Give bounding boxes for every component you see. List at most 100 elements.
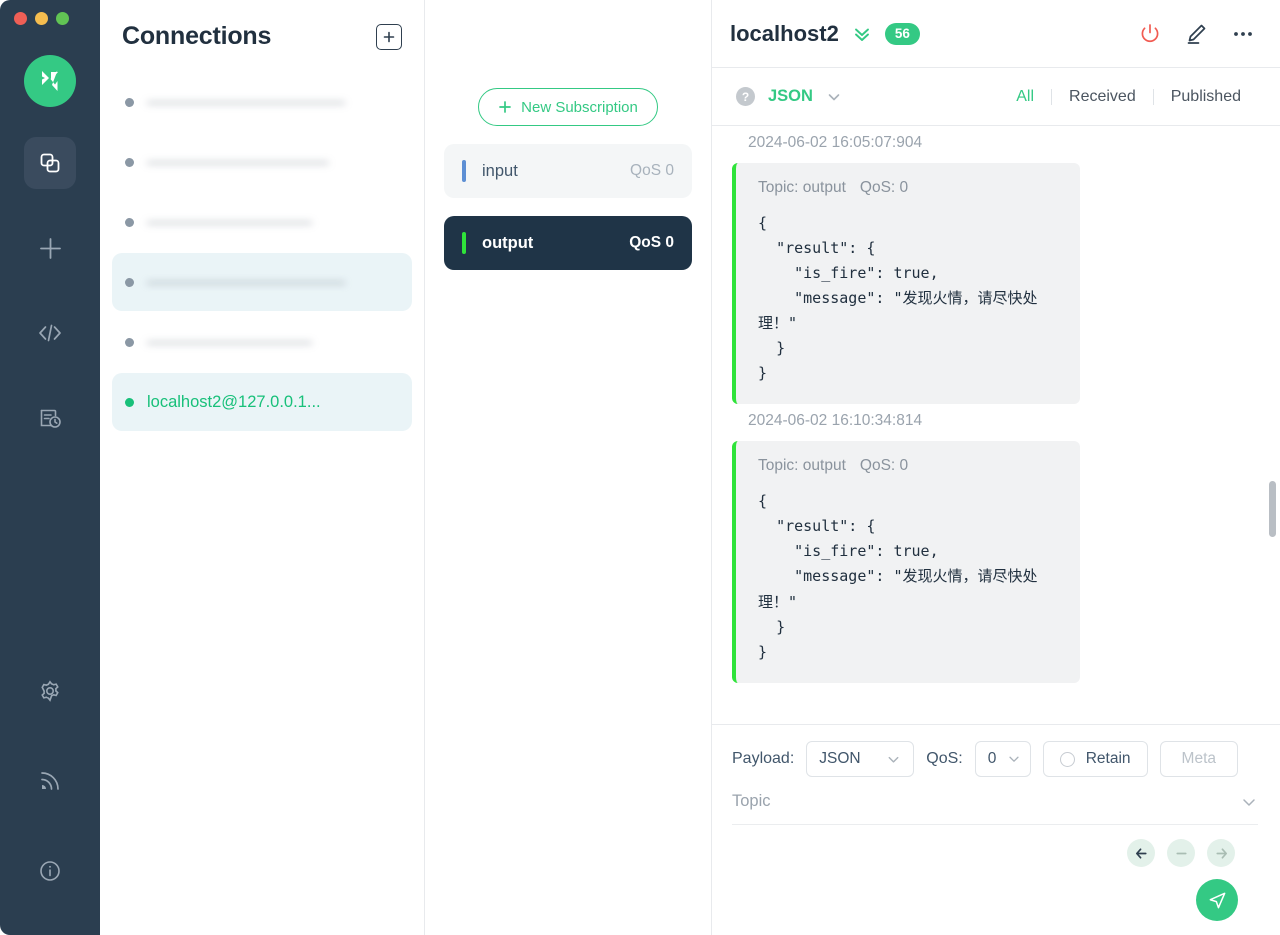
- clear-message-button[interactable]: [1167, 839, 1195, 867]
- list-item[interactable]: ——————————: [112, 193, 412, 251]
- prev-message-button[interactable]: [1127, 839, 1155, 867]
- message-bubble[interactable]: Topic: output QoS: 0 { "result": { "is_fi…: [732, 163, 1080, 404]
- chevron-double-down-icon[interactable]: [852, 24, 872, 44]
- mqttx-window: Connections ———————————— ——————————— ———…: [0, 0, 1280, 935]
- new-subscription-label: New Subscription: [521, 99, 638, 116]
- sidebar-item-connections[interactable]: [24, 137, 76, 189]
- list-item[interactable]: ————————————: [112, 73, 412, 131]
- close-window-button[interactable]: [14, 12, 27, 25]
- filter-published[interactable]: Published: [1154, 88, 1258, 106]
- message-qos: QoS: 0: [860, 457, 908, 474]
- add-connection-button[interactable]: [376, 24, 402, 50]
- message-toolbar: ? JSON All Received Published: [712, 68, 1280, 126]
- filter-received[interactable]: Received: [1052, 88, 1153, 106]
- status-dot-online: [125, 398, 134, 407]
- connection-name: localhost2@127.0.0.1...: [147, 393, 321, 412]
- subscription-list: input QoS 0 output QoS 0: [425, 126, 711, 288]
- subscription-topic: output: [482, 234, 533, 253]
- help-icon[interactable]: ?: [736, 87, 755, 106]
- icon-rail: [0, 0, 100, 935]
- message-nav-buttons: [1127, 839, 1235, 867]
- connections-icon: [38, 151, 62, 175]
- minus-icon: [1174, 846, 1189, 861]
- connection-header: localhost2 56: [712, 0, 1280, 68]
- connection-name: ————————————: [147, 273, 345, 292]
- log-history-icon: [38, 406, 62, 430]
- code-icon: [37, 320, 63, 346]
- message-meta: Topic: output QoS: 0: [758, 457, 1060, 475]
- chevron-down-icon[interactable]: [826, 89, 842, 105]
- status-dot: [125, 218, 134, 227]
- message-bubble[interactable]: Topic: outputQoS: 0 { "result": { "is_fi…: [732, 441, 1080, 682]
- subscription-qos: QoS 0: [629, 234, 674, 252]
- sidebar-item-about[interactable]: [24, 845, 76, 897]
- maximize-window-button[interactable]: [56, 12, 69, 25]
- chevron-down-icon: [886, 752, 901, 767]
- payload-format-selected: JSON: [819, 750, 860, 768]
- list-item[interactable]: ————————————: [112, 253, 412, 311]
- meta-button[interactable]: Meta: [1160, 741, 1238, 777]
- list-item-localhost2[interactable]: localhost2@127.0.0.1...: [112, 373, 412, 431]
- message-timestamp: 2024-06-02 16:10:34:814: [732, 404, 1258, 441]
- message-timestamp: 2024-06-02 16:05:07:904: [732, 126, 1258, 163]
- window-traffic-lights: [14, 12, 69, 25]
- message-meta: Topic: output QoS: 0: [758, 179, 1060, 197]
- more-options-icon[interactable]: [1230, 21, 1256, 47]
- payload-format-select[interactable]: JSON: [806, 741, 914, 777]
- message-scrollbar[interactable]: [1269, 126, 1276, 724]
- status-dot: [125, 278, 134, 287]
- broadcast-icon: [38, 769, 62, 793]
- subscription-topic: input: [482, 162, 518, 181]
- list-item[interactable]: ———————————: [112, 133, 412, 191]
- subscription-item-output[interactable]: output QoS 0: [444, 216, 692, 270]
- main-panel: localhost2 56: [712, 0, 1280, 935]
- arrow-right-icon: [1214, 846, 1229, 861]
- minimize-window-button[interactable]: [35, 12, 48, 25]
- subscription-item-input[interactable]: input QoS 0: [444, 144, 692, 198]
- connections-header: Connections: [100, 0, 424, 63]
- power-icon[interactable]: [1138, 22, 1162, 46]
- connection-name: ——————————: [147, 333, 312, 352]
- edit-pencil-icon[interactable]: [1184, 22, 1208, 46]
- new-subscription-button[interactable]: New Subscription: [478, 88, 658, 126]
- payload-format-value[interactable]: JSON: [768, 87, 813, 106]
- next-message-button[interactable]: [1207, 839, 1235, 867]
- status-dot: [125, 158, 134, 167]
- rail-secondary-icons: [0, 665, 100, 935]
- payload-label: Payload:: [732, 750, 794, 768]
- publish-options-row: Payload: JSON QoS: 0 Retain: [732, 739, 1258, 779]
- message-topic: Topic: output: [758, 457, 846, 474]
- send-icon: [1207, 890, 1228, 911]
- scrollbar-thumb[interactable]: [1269, 481, 1276, 537]
- publish-panel: Payload: JSON QoS: 0 Retain: [712, 724, 1280, 935]
- qos-select[interactable]: 0: [975, 741, 1031, 777]
- message-qos: QoS: 0: [860, 179, 908, 196]
- send-message-button[interactable]: [1196, 879, 1238, 921]
- retain-toggle[interactable]: Retain: [1043, 741, 1148, 777]
- plus-icon: [37, 235, 64, 262]
- sidebar-item-log[interactable]: [24, 392, 76, 444]
- topic-input-row[interactable]: Topic: [732, 779, 1258, 825]
- gear-icon: [38, 679, 62, 703]
- sidebar-item-settings[interactable]: [24, 665, 76, 717]
- page-title: Connections: [122, 22, 271, 51]
- meta-label: Meta: [1182, 750, 1216, 768]
- plus-icon: [498, 100, 512, 114]
- sidebar-item-new-connection[interactable]: [24, 222, 76, 274]
- chevron-down-icon: [1240, 793, 1258, 811]
- subscription-color-bar: [462, 160, 466, 182]
- chevron-down-icon: [1007, 752, 1021, 766]
- list-item[interactable]: ——————————: [112, 313, 412, 371]
- filter-all[interactable]: All: [999, 88, 1051, 106]
- sidebar-item-broadcast[interactable]: [24, 755, 76, 807]
- sidebar-item-scripts[interactable]: [24, 307, 76, 359]
- connections-panel: Connections ———————————— ——————————— ———…: [100, 0, 425, 935]
- message-payload: { "result": { "is_fire": true, "message"…: [758, 211, 1060, 386]
- publish-editor-area[interactable]: [732, 825, 1258, 935]
- connection-name: ————————————: [147, 93, 345, 112]
- connection-name: ———————————: [147, 153, 329, 172]
- qos-selected: 0: [988, 750, 997, 768]
- info-icon: [38, 859, 62, 883]
- topic-input[interactable]: Topic: [732, 792, 771, 811]
- message-topic: Topic: output: [758, 179, 846, 196]
